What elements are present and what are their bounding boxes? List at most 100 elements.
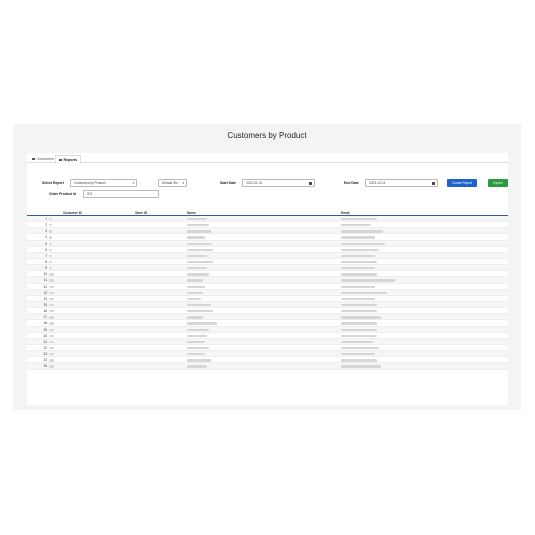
row-number: 25 <box>43 364 47 369</box>
chevron-down-icon: ▾ <box>132 181 134 185</box>
name-cell-redacted <box>187 260 213 264</box>
report-panel: Customers by Product Customers Reports S… <box>13 124 521 410</box>
row-number: 16 <box>43 309 47 314</box>
customer-id-cell-redacted <box>49 328 54 331</box>
name-cell-redacted <box>187 303 211 307</box>
create-report-button[interactable]: Create Report <box>447 179 477 187</box>
customer-id-cell-redacted <box>49 303 54 307</box>
customer-id-cell-redacted <box>49 359 54 362</box>
name-cell-redacted <box>187 230 211 233</box>
name-cell-redacted <box>187 340 205 344</box>
row-number: 4 <box>45 235 47 240</box>
table-row[interactable]: 25 <box>27 363 508 370</box>
email-cell-redacted <box>341 297 375 301</box>
name-cell-redacted <box>187 285 205 288</box>
row-number: 5 <box>45 241 47 246</box>
name-cell-redacted <box>187 359 211 362</box>
order-product-input[interactable]: 374 <box>83 190 159 198</box>
end-date-input[interactable]: 2023-10-14 <box>365 179 438 187</box>
email-cell-redacted <box>341 285 375 288</box>
name-cell-redacted <box>187 248 213 251</box>
report-card: Customers Reports Select Report Customer… <box>27 153 508 405</box>
row-number: 10 <box>43 272 47 277</box>
store-dropdown[interactable]: Default Sto ▾ <box>158 179 187 187</box>
create-report-label: Create Report <box>451 181 473 185</box>
customers-table: Customer ID Store ID Name Email 12345678… <box>27 210 508 370</box>
name-cell-redacted <box>187 279 203 282</box>
customer-id-cell-redacted <box>49 285 54 288</box>
customer-id-cell-redacted <box>49 291 54 294</box>
tab-customers[interactable]: Customers <box>29 155 57 164</box>
email-cell-redacted <box>341 291 387 294</box>
row-number: 6 <box>45 247 47 252</box>
row-number: 20 <box>43 333 47 338</box>
name-cell-redacted <box>187 328 209 331</box>
row-number: 13 <box>43 290 47 295</box>
customer-id-cell-redacted <box>49 236 52 239</box>
export-label: Export <box>493 181 503 185</box>
customer-id-cell-redacted <box>49 273 54 276</box>
calendar-icon[interactable] <box>432 182 435 185</box>
page-title: Customers by Product <box>227 131 307 140</box>
table-body: 1 2 3 4 5 6 7 8 9 10 11 12 13 14 15 16 17 18 19 20 21 22 23 24 2… <box>27 216 508 370</box>
tab-bar: Customers Reports <box>27 153 508 164</box>
email-cell-redacted <box>341 353 375 356</box>
customer-id-cell-redacted <box>49 242 52 245</box>
email-cell-redacted <box>341 273 377 276</box>
email-cell-redacted <box>341 303 377 307</box>
tab-reports-label: Reports <box>63 158 78 162</box>
row-number: 9 <box>45 266 47 271</box>
row-number: 14 <box>43 296 47 301</box>
row-number: 24 <box>43 358 47 363</box>
email-cell-redacted <box>341 328 377 331</box>
export-button[interactable]: Export <box>488 179 508 187</box>
email-cell-redacted <box>341 254 375 258</box>
row-number: 23 <box>43 352 47 357</box>
customer-id-cell-redacted <box>49 353 54 356</box>
row-number: 21 <box>43 339 47 344</box>
tab-reports[interactable]: Reports <box>55 155 82 164</box>
name-cell-redacted <box>187 297 201 301</box>
row-number: 1 <box>45 217 47 221</box>
name-cell-redacted <box>187 316 203 319</box>
customer-id-cell-redacted <box>49 254 52 258</box>
row-number: 12 <box>43 284 47 289</box>
name-cell-redacted <box>187 236 205 239</box>
name-cell-redacted <box>187 310 213 313</box>
customer-id-cell-redacted <box>49 346 54 350</box>
order-product-value: 374 <box>87 192 93 196</box>
users-icon <box>32 157 35 161</box>
email-cell-redacted <box>341 279 395 282</box>
row-number: 19 <box>43 327 47 332</box>
customer-id-cell-redacted <box>49 260 52 264</box>
row-number: 7 <box>45 253 47 258</box>
customer-id-cell-redacted <box>49 297 54 301</box>
row-number: 15 <box>43 302 47 307</box>
report-icon <box>59 158 62 162</box>
customer-id-cell-redacted <box>49 230 52 233</box>
select-report-dropdown[interactable]: Customers by Product ▾ <box>70 179 137 187</box>
email-cell-redacted <box>341 316 381 319</box>
email-cell-redacted <box>341 242 385 245</box>
customer-id-cell-redacted <box>49 310 54 313</box>
email-cell-redacted <box>341 365 381 368</box>
email-cell-redacted <box>341 260 377 264</box>
email-cell-redacted <box>341 236 375 239</box>
end-date-label: End Date <box>344 181 359 185</box>
email-cell-redacted <box>341 322 377 325</box>
row-number: 3 <box>45 229 47 234</box>
row-number: 8 <box>45 259 47 264</box>
name-cell-redacted <box>187 273 209 276</box>
customer-id-cell-redacted <box>49 322 54 325</box>
customer-id-cell-redacted <box>49 218 52 221</box>
email-cell-redacted <box>341 346 379 350</box>
name-cell-redacted <box>187 322 217 325</box>
chevron-down-icon: ▾ <box>182 181 184 185</box>
calendar-icon[interactable] <box>309 182 312 185</box>
start-date-input[interactable]: 2022-01-01 <box>242 179 315 187</box>
customer-id-cell-redacted <box>49 316 54 319</box>
customer-id-cell-redacted <box>49 224 52 227</box>
email-cell-redacted <box>341 334 377 337</box>
name-cell-redacted <box>187 267 207 270</box>
name-cell-redacted <box>187 218 207 221</box>
